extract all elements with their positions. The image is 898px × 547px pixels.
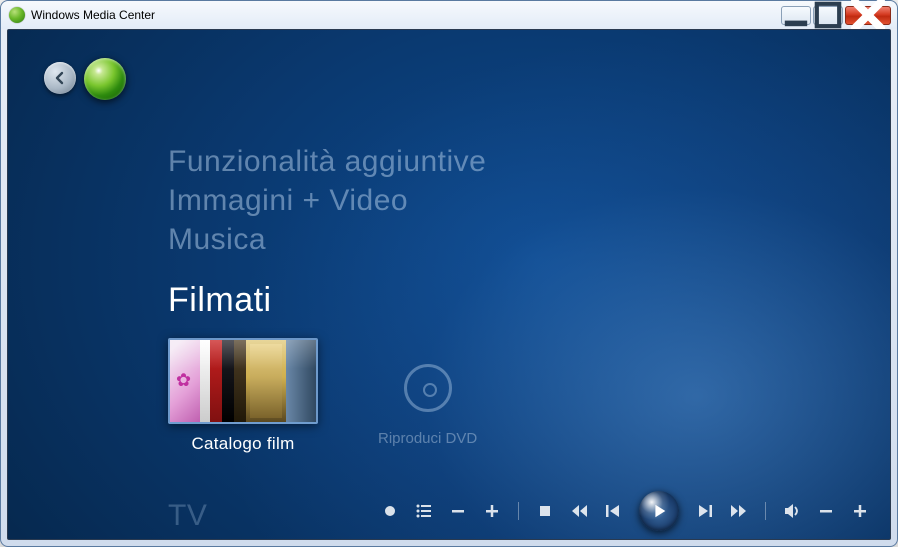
main-menu: Funzionalità aggiuntive Immagini + Video… [168,142,486,320]
app-window: Windows Media Center Funzionalità aggiun… [0,0,898,547]
volume-up-button[interactable] [850,501,870,521]
wmc-logo-icon[interactable] [84,58,126,100]
stop-button[interactable] [535,501,555,521]
menu-item-movies-active[interactable]: Filmati [168,281,486,320]
app-icon [9,7,25,23]
transport-bar [380,491,870,531]
window-title: Windows Media Center [31,8,781,22]
mute-button[interactable] [782,501,802,521]
client-area: Funzionalità aggiuntive Immagini + Video… [7,29,891,540]
fast-forward-button[interactable] [729,501,749,521]
tile-row: Catalogo film Riproduci DVD [168,338,477,454]
close-button[interactable] [845,6,891,25]
tile-movie-library-label: Catalogo film [168,434,318,454]
separator-icon [518,502,519,520]
volume-down-button[interactable] [816,501,836,521]
titlebar[interactable]: Windows Media Center [1,1,897,29]
tile-movie-library[interactable]: Catalogo film [168,338,318,454]
tile-movie-library-thumb [168,338,318,424]
menu-item-pictures-video[interactable]: Immagini + Video [168,181,486,220]
channel-down-button[interactable] [448,501,468,521]
menu-item-tv[interactable]: TV [168,499,207,533]
skip-back-button[interactable] [603,501,623,521]
back-button[interactable] [44,62,76,94]
minimize-button[interactable] [781,6,811,25]
tile-play-dvd-label: Riproduci DVD [378,430,477,447]
channel-up-button[interactable] [482,501,502,521]
window-buttons [781,6,891,25]
separator-icon [765,502,766,520]
maximize-button[interactable] [813,6,843,25]
menu-item-extras[interactable]: Funzionalità aggiuntive [168,142,486,181]
menu-item-music[interactable]: Musica [168,220,486,259]
guide-button[interactable] [414,501,434,521]
tile-play-dvd[interactable]: Riproduci DVD [378,346,477,447]
record-button[interactable] [380,501,400,521]
play-button[interactable] [639,491,679,531]
skip-forward-button[interactable] [695,501,715,521]
rewind-button[interactable] [569,501,589,521]
disc-icon [404,364,452,412]
